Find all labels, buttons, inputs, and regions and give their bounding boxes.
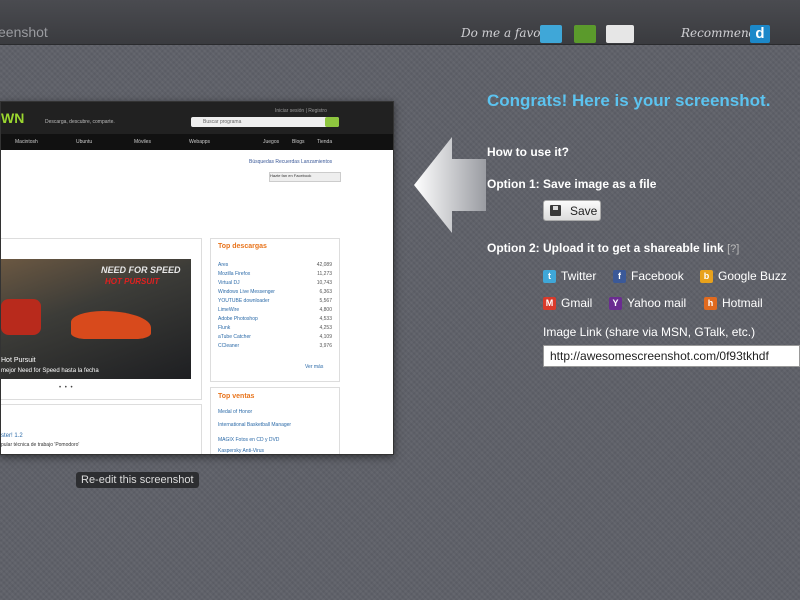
preview-download-row: Ares 42,089 bbox=[218, 262, 332, 268]
preview-fb-button: Hazte fan en Facebook bbox=[269, 172, 341, 182]
help-link[interactable]: [?] bbox=[727, 243, 739, 255]
share-label: Google Buzz bbox=[718, 269, 787, 283]
twitter-icon: t bbox=[543, 270, 556, 283]
option-2-desc: Upload it to get a shareable link bbox=[543, 241, 724, 255]
preview-game-title: NEED FOR SPEED bbox=[101, 265, 181, 275]
preview-download-row: Flunk 4,253 bbox=[218, 325, 332, 331]
facebook-icon: f bbox=[613, 270, 626, 283]
preview-ver-mas: Ver más bbox=[305, 364, 324, 370]
left-arrow-icon bbox=[414, 137, 486, 233]
how-to-use-heading: How to use it? bbox=[487, 145, 569, 159]
preview-download-row: YOUTUBE downloader 5,567 bbox=[218, 298, 332, 304]
screenshot-preview[interactable]: WN Descarga, descubre, comparte. Iniciar… bbox=[0, 101, 394, 455]
floppy-disk-icon bbox=[550, 205, 561, 216]
preview-nav-item: Blogs bbox=[292, 139, 305, 145]
preview-download-row: Windows Live Messenger 6,363 bbox=[218, 289, 332, 295]
preview-nav-item: Móviles bbox=[134, 139, 151, 145]
preview-nav-item: Webapps bbox=[189, 139, 211, 145]
image-link-label: Image Link (share via MSN, GTalk, etc.) bbox=[543, 325, 756, 339]
preview-download-row: LimeWire 4,800 bbox=[218, 307, 332, 313]
preview-left-item-desc: pular técnica de trabajo 'Pomodoro' bbox=[1, 442, 80, 448]
preview-caption-desc: mejor Need for Speed hasta la fecha bbox=[1, 368, 99, 374]
preview-top-sales-title: Top ventas bbox=[218, 393, 255, 400]
preview-car bbox=[71, 311, 151, 339]
preview-nav-item: Tienda bbox=[317, 139, 333, 145]
share-label: Yahoo mail bbox=[627, 296, 687, 310]
preview-search-go bbox=[325, 117, 339, 127]
preview-download-row: Adobe Photoshop 4,533 bbox=[218, 316, 332, 322]
preview-sales-row: Medal of Honor bbox=[218, 409, 253, 415]
twitter-share-icon[interactable] bbox=[540, 25, 562, 43]
preview-sales-row: Kaspersky Anti-Virus bbox=[218, 448, 265, 454]
delicious-icon[interactable]: d bbox=[750, 25, 770, 43]
like-icon[interactable] bbox=[574, 25, 596, 43]
preview-download-row: Mozilla Firefox 11,273 bbox=[218, 271, 332, 277]
preview-header: WN Descarga, descubre, comparte. Iniciar… bbox=[1, 102, 393, 134]
preview-top-downloads-title: Top descargas bbox=[218, 243, 267, 250]
save-label: Save bbox=[570, 204, 598, 218]
preview-car-left bbox=[1, 299, 41, 335]
favor-text: Do me a favor bbox=[461, 26, 547, 40]
preview-caption-title: Hot Pursuit bbox=[1, 357, 36, 364]
image-link-input[interactable] bbox=[543, 345, 800, 367]
preview-carousel-dots: • • • bbox=[59, 385, 74, 391]
preview-nav: Macintosh Ubuntu Móviles Webapps Juegos … bbox=[1, 134, 393, 150]
preview-search: Buscar programa bbox=[191, 117, 339, 127]
app-title: eenshot bbox=[0, 24, 48, 40]
share-label: Facebook bbox=[631, 269, 684, 283]
google-buzz-icon: b bbox=[700, 270, 713, 283]
preview-game-subtitle: HOT PURSUIT bbox=[105, 277, 160, 286]
option-1-text: Option 1: Save image as a file bbox=[487, 177, 656, 191]
hotmail-icon: h bbox=[704, 297, 717, 310]
save-button[interactable]: Save bbox=[543, 200, 601, 221]
option-2-prefix: Option 2: bbox=[487, 241, 540, 255]
congrats-heading: Congrats! Here is your screenshot. bbox=[487, 91, 771, 110]
preview-logo: WN bbox=[1, 110, 25, 126]
preview-header-links: Iniciar sesión | Registro bbox=[275, 108, 327, 114]
preview-search-placeholder: Buscar programa bbox=[203, 119, 242, 125]
preview-nav-item: Macintosh bbox=[15, 139, 38, 145]
reedit-button[interactable]: Re-edit this screenshot bbox=[76, 472, 199, 488]
yahoo-icon: Y bbox=[609, 297, 622, 310]
share-label: Twitter bbox=[561, 269, 597, 283]
top-bar: eenshot Do me a favor Recommend d bbox=[0, 0, 800, 45]
share-label: Hotmail bbox=[722, 296, 763, 310]
preview-nav-item: Juegos bbox=[263, 139, 280, 145]
preview-left-item-title: ster! 1.2 bbox=[1, 433, 23, 439]
option-2-text: Option 2: Upload it to get a shareable l… bbox=[487, 241, 739, 255]
gmail-icon: M bbox=[543, 297, 556, 310]
preview-download-row: CCleaner 3,976 bbox=[218, 343, 332, 349]
share-label: Gmail bbox=[561, 296, 593, 310]
option-1-desc: Save image as a file bbox=[543, 177, 657, 191]
mail-icon[interactable] bbox=[606, 25, 634, 43]
preview-sales-row: MAGIX Fotos en CD y DVD bbox=[218, 437, 280, 443]
recommend-text: Recommend bbox=[681, 26, 757, 40]
preview-download-row: aTube Catcher 4,109 bbox=[218, 334, 332, 340]
option-1-prefix: Option 1: bbox=[487, 177, 540, 191]
preview-download-row: Virtual DJ 10,743 bbox=[218, 280, 332, 286]
preview-sales-row: International Basketball Manager bbox=[218, 422, 292, 428]
preview-tagline: Descarga, descubre, comparte. bbox=[45, 119, 115, 125]
preview-nav-item: Ubuntu bbox=[76, 139, 93, 145]
preview-quick-links: Búsquedas Recuerdas Lanzamientos bbox=[249, 159, 333, 165]
